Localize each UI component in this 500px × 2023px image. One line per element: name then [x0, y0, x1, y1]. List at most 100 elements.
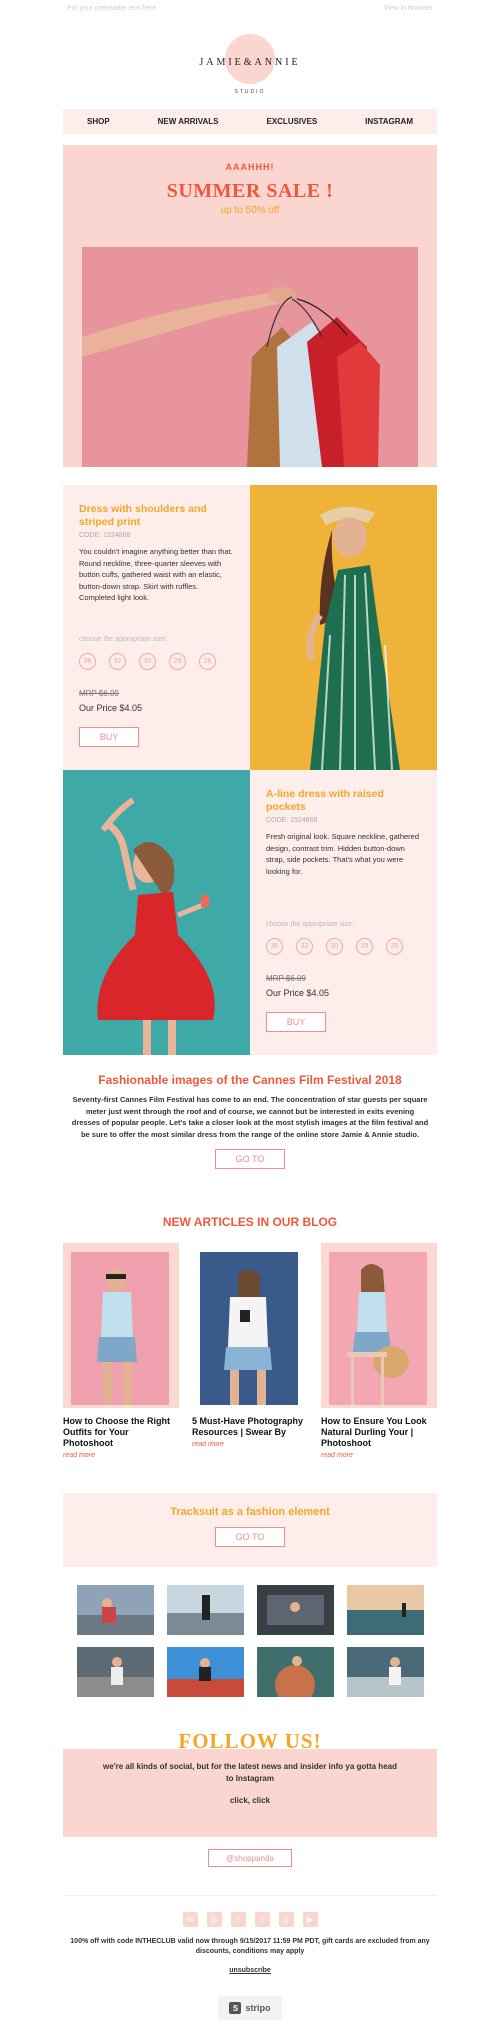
blog-article-card[interactable]: How to Choose the Right Outfits for Your… [63, 1243, 179, 1493]
read-more-link[interactable]: read more [321, 1452, 437, 1459]
size-options: 36 32 30 29 26 [79, 653, 216, 670]
size-option[interactable]: 32 [109, 653, 126, 670]
footer: ✉ ◎ f t p ▶ 100% off with code INTHECLUB… [63, 1895, 437, 2020]
blog-article-title[interactable]: How to Ensure You Look Natural Durling Y… [321, 1416, 437, 1449]
size-option[interactable]: 30 [139, 653, 156, 670]
follow-us-text: we're all kinds of social, but for the l… [103, 1762, 397, 1783]
blog-article-title[interactable]: 5 Must-Have Photography Resources | Swea… [192, 1416, 308, 1438]
product-card: Dress with shoulders and striped print C… [63, 485, 250, 770]
product-image-red-dress[interactable] [63, 770, 250, 1055]
product-row-1: Dress with shoulders and striped print C… [63, 485, 437, 770]
blog-image[interactable] [71, 1252, 169, 1405]
nav-shop[interactable]: SHOP [87, 117, 110, 126]
mail-icon[interactable]: ✉ [182, 1912, 198, 1927]
gallery-image[interactable] [166, 1647, 244, 1697]
instagram-icon[interactable]: ◎ [206, 1912, 222, 1927]
product-image-striped-dress[interactable] [250, 485, 437, 770]
tracksuit-title[interactable]: Tracksuit as a fashion element [63, 1506, 437, 1518]
cannes-section: Fashionable images of the Cannes Film Fe… [63, 1055, 437, 1215]
view-in-browser-link[interactable]: View in browser [384, 5, 433, 30]
read-more-link[interactable]: read more [192, 1441, 308, 1448]
product-code: CODE: 1524868 [79, 532, 131, 539]
product-price: Our Price $4.05 [79, 703, 143, 713]
email-page: Put your preheader text here View in bro… [0, 0, 500, 2023]
cannes-title[interactable]: Fashionable images of the Cannes Film Fe… [63, 1073, 437, 1087]
preheader-text: Put your preheader text here [67, 5, 157, 12]
youtube-icon[interactable]: ▶ [302, 1912, 318, 1927]
product-code: CODE: 1524868 [266, 817, 318, 824]
hero-banner: AAAHHH! SUMMER SALE ! up to 50% off [63, 145, 437, 467]
size-option[interactable]: 36 [79, 653, 96, 670]
size-option[interactable]: 30 [326, 938, 343, 955]
hero-image-shopping-bags[interactable] [82, 247, 418, 467]
product-row-2: A-line dress with raised pockets CODE: 1… [63, 770, 437, 1055]
size-option[interactable]: 29 [169, 653, 186, 670]
stripo-logo-icon: S [229, 2002, 242, 2014]
facebook-icon[interactable]: f [230, 1912, 246, 1927]
blog-image-frame [63, 1243, 179, 1408]
tracksuit-banner: Tracksuit as a fashion element GO TO [63, 1493, 437, 1567]
instagram-handle-button[interactable]: @shoppanda [208, 1849, 292, 1867]
nav-instagram[interactable]: INSTAGRAM [365, 117, 413, 126]
blog-article-title[interactable]: How to Choose the Right Outfits for Your… [63, 1416, 179, 1449]
social-links: ✉ ◎ f t p ▶ [63, 1912, 437, 1927]
size-options: 36 32 30 29 26 [266, 938, 403, 955]
buy-button[interactable]: BUY [266, 1012, 326, 1032]
cannes-text: Seventy-first Cannes Film Festival has c… [71, 1095, 429, 1139]
blog-section-title: NEW ARTICLES IN OUR BLOG [162, 1215, 338, 1229]
main-nav: SHOP NEW ARRIVALS EXCLUSIVES INSTAGRAM [63, 109, 437, 134]
gallery-image[interactable] [76, 1647, 154, 1697]
product-mrp: MRP $6.09 [266, 974, 306, 983]
blog-articles: How to Choose the Right Outfits for Your… [63, 1243, 437, 1493]
hero-kicker: AAAHHH! [225, 162, 275, 172]
nav-exclusives[interactable]: EXCLUSIVES [266, 117, 317, 126]
gallery-image[interactable] [346, 1647, 424, 1697]
size-option[interactable]: 26 [199, 653, 216, 670]
product-name[interactable]: A-line dress with raised pockets [266, 788, 421, 814]
size-label: choose the appropriate size: [79, 636, 167, 643]
twitter-icon[interactable]: t [254, 1912, 270, 1927]
product-card: A-line dress with raised pockets CODE: 1… [250, 770, 437, 1055]
stripo-label: stripo [245, 2003, 271, 2013]
stripo-badge[interactable]: S stripo [218, 1996, 282, 2020]
size-label: choose the appropriate size: [266, 921, 354, 928]
gallery-image[interactable] [256, 1647, 334, 1697]
blog-image[interactable] [329, 1252, 427, 1405]
product-price: Our Price $4.05 [266, 988, 330, 998]
hero-subtitle: up to 50% off [220, 205, 280, 216]
read-more-link[interactable]: read more [63, 1452, 179, 1459]
size-option[interactable]: 26 [386, 938, 403, 955]
preheader: Put your preheader text here View in bro… [63, 0, 437, 30]
tracksuit-go-to-button[interactable]: GO TO [215, 1527, 285, 1547]
photo-gallery [63, 1585, 437, 1697]
brand-sub: STUDIO [234, 89, 266, 95]
product-description: You couldn't imagine anything better tha… [79, 547, 233, 602]
follow-us-click: click, click [229, 1796, 271, 1805]
unsubscribe-link[interactable]: unsubscribe [63, 1967, 437, 1974]
gallery-image[interactable] [256, 1585, 334, 1635]
product-description: Fresh original look. Square neckline, ga… [266, 832, 420, 876]
nav-new-arrivals[interactable]: NEW ARRIVALS [158, 117, 219, 126]
size-option[interactable]: 32 [296, 938, 313, 955]
product-name[interactable]: Dress with shoulders and striped print [79, 503, 234, 529]
follow-us-title: FOLLOW US! [178, 1729, 322, 1753]
pinterest-icon[interactable]: p [278, 1912, 294, 1927]
buy-button[interactable]: BUY [79, 727, 139, 747]
legal-text: 100% off with code INTHECLUB valid now t… [70, 1938, 430, 1955]
blog-article-card[interactable]: How to Ensure You Look Natural Durling Y… [321, 1243, 437, 1493]
blog-article-card[interactable]: 5 Must-Have Photography Resources | Swea… [192, 1243, 308, 1493]
gallery-image[interactable] [166, 1585, 244, 1635]
blog-image[interactable] [200, 1252, 298, 1405]
gallery-image[interactable] [346, 1585, 424, 1635]
cannes-go-to-button[interactable]: GO TO [215, 1149, 285, 1169]
size-option[interactable]: 29 [356, 938, 373, 955]
blog-image-frame [321, 1243, 437, 1408]
brand-name: JAMIE&ANNIE [199, 57, 301, 68]
logo[interactable]: JAMIE&ANNIE STUDIO [63, 34, 437, 109]
hero-title: SUMMER SALE ! [166, 180, 334, 202]
gallery-image[interactable] [76, 1585, 154, 1635]
follow-us-section: FOLLOW US! we're all kinds of social, bu… [63, 1729, 437, 1837]
blog-image-frame [192, 1243, 308, 1408]
product-mrp: MRP $6.09 [79, 689, 119, 698]
size-option[interactable]: 36 [266, 938, 283, 955]
